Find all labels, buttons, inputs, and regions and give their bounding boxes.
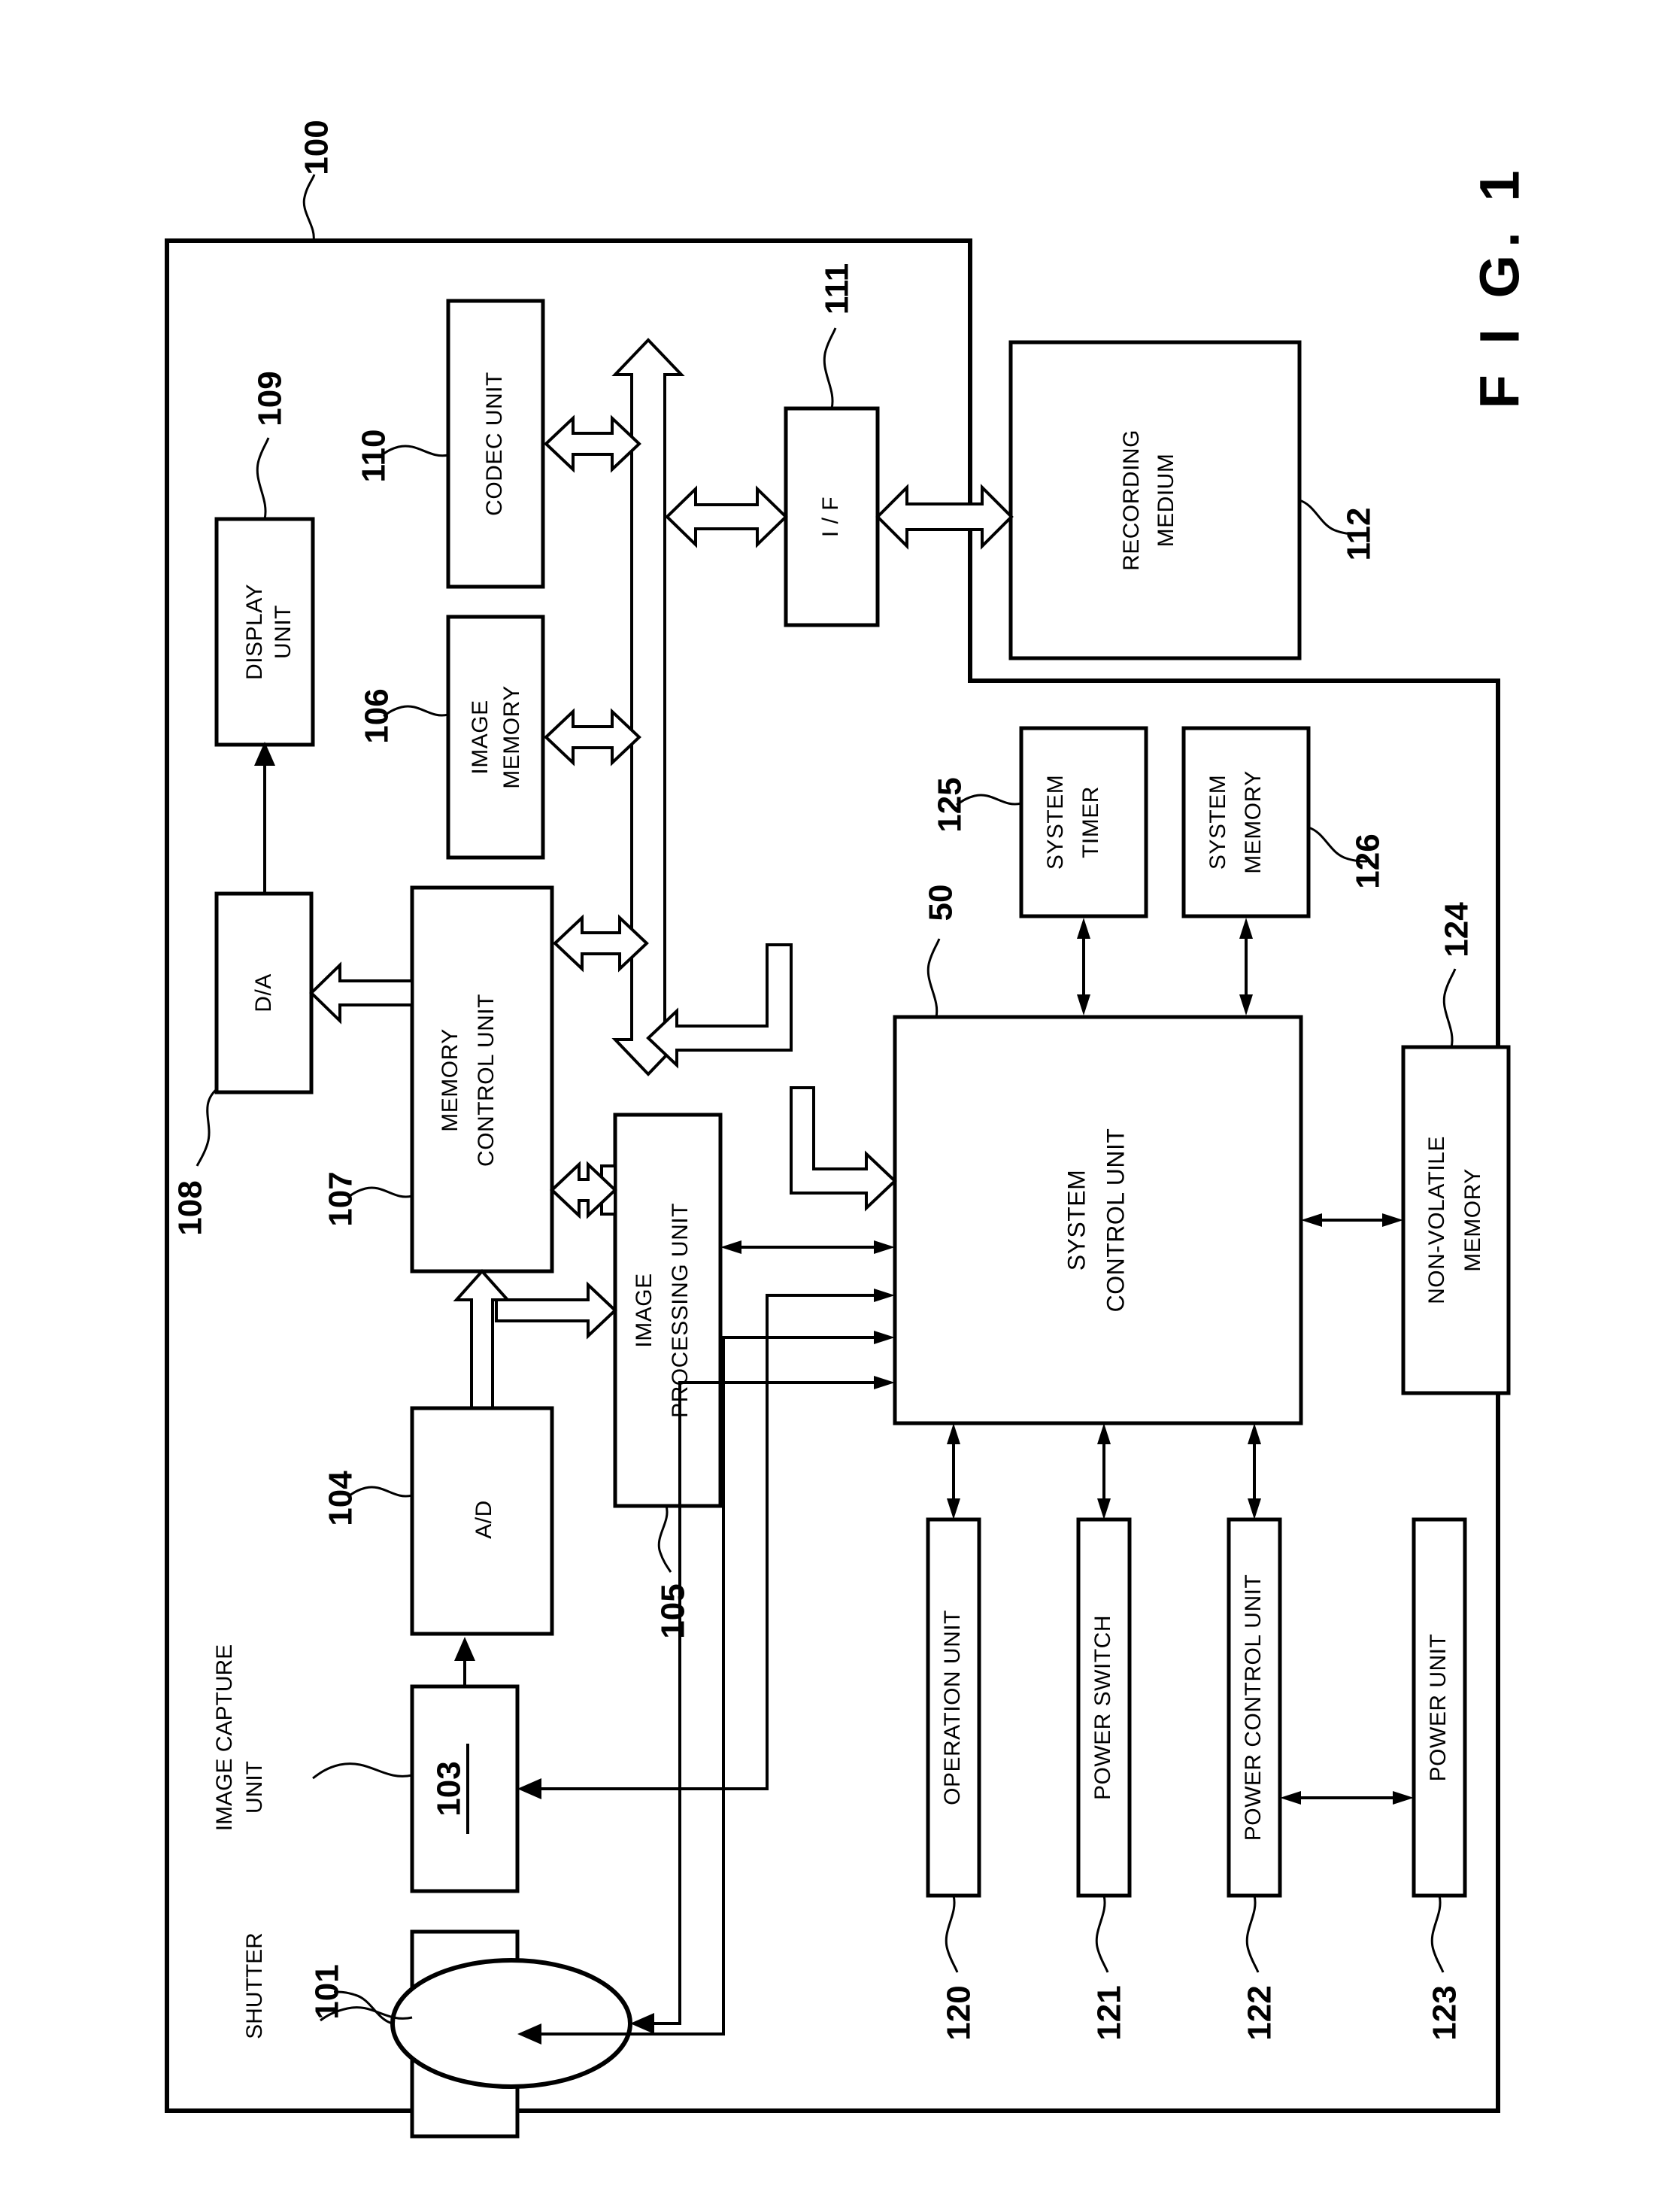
ad-memcontrol-arrow [453, 1269, 511, 1416]
powercontrol-powerunit-arrowhead-left [1280, 1791, 1301, 1805]
powercontrol-control-arrowhead-down [1248, 1498, 1261, 1519]
ref-108: 108 [172, 1180, 209, 1235]
leader-105 [657, 1505, 672, 1573]
leader-123 [1430, 1895, 1445, 1973]
da-label: D/A [251, 973, 276, 1012]
control-shutter-arrowhead2 [874, 1331, 895, 1344]
control-imageproc-arrowhead-right [874, 1240, 895, 1254]
control-memcontrol-hollow-arrow [790, 1086, 897, 1212]
recording-medium-label-line2: MEDIUM [1154, 454, 1178, 548]
timer-control-arrowhead-up [1077, 918, 1090, 939]
image-memory-bus-arrow [544, 708, 641, 767]
display-unit-label-line1: DISPLAY [242, 584, 267, 680]
timer-control-arrowhead-down [1077, 994, 1090, 1015]
block-image-memory [446, 615, 545, 860]
ref-104: 104 [323, 1471, 359, 1526]
patent-figure-page: 100 F I G. 1 DISPLAY UNIT 109 CODEC UNIT… [0, 0, 1680, 2201]
control-imageproc-arrowhead-left [720, 1240, 741, 1254]
image-sensor-number: 103 [431, 1761, 468, 1816]
system-control-label-line1: SYSTEM [1063, 1170, 1090, 1271]
powerswitch-control-arrowhead-up [1097, 1423, 1111, 1444]
codec-bus-arrow [544, 414, 641, 473]
bus-interface-arrow [665, 485, 788, 548]
power-control-label: POWER CONTROL UNIT [1241, 1574, 1266, 1841]
block-system-control-unit [893, 1015, 1303, 1425]
control-sensor-arrowhead [517, 1778, 541, 1799]
leader-50 [926, 938, 941, 1018]
nonvolatile-label-line1: NON-VOLATILE [1424, 1136, 1449, 1304]
ref-100: 100 [299, 120, 335, 175]
figure-title: F I G. 1 [1469, 163, 1531, 409]
powerswitch-control-arrowhead-down [1097, 1498, 1111, 1519]
ad-imageproc-arrow [495, 1281, 617, 1340]
ref-124: 124 [1439, 902, 1475, 958]
ref-121: 121 [1091, 1985, 1128, 2040]
image-capture-unit-label-line1: IMAGE CAPTURE [212, 1644, 237, 1831]
ref-110: 110 [356, 430, 393, 483]
memory-control-arrowhead-up [1239, 918, 1253, 939]
ref-112: 112 [1341, 508, 1378, 561]
interface-recording-arrow [875, 484, 1014, 550]
ref-125: 125 [932, 777, 969, 832]
power-unit-label: POWER UNIT [1426, 1634, 1451, 1782]
powercontrol-powerunit-arrowhead-right [1393, 1791, 1414, 1805]
system-timer-label-line2: TIMER [1078, 786, 1103, 858]
memory-control-arrowhead-down [1239, 994, 1253, 1015]
leader-108 [196, 1088, 218, 1167]
leader-122 [1245, 1895, 1260, 1973]
ad-label: A/D [472, 1500, 496, 1539]
memcontrol-bus-return [646, 943, 793, 1069]
codec-unit-label: CODEC UNIT [482, 372, 507, 516]
ref-126: 126 [1350, 833, 1387, 888]
leader-120 [945, 1895, 959, 1973]
system-memory-label-line2: MEMORY [1241, 770, 1266, 873]
operation-control-arrowhead-down [947, 1498, 960, 1519]
ref-105: 105 [655, 1583, 692, 1638]
lens-101 [390, 1958, 632, 2089]
block-diagram: 100 F I G. 1 DISPLAY UNIT 109 CODEC UNIT… [165, 120, 1531, 2139]
memory-control-label-line2: CONTROL UNIT [474, 994, 499, 1167]
powercontrol-control-arrowhead-up [1248, 1423, 1261, 1444]
system-timer-label-line1: SYSTEM [1043, 775, 1068, 870]
sensor-ad-arrowhead [454, 1637, 475, 1661]
ref-50: 50 [923, 885, 960, 921]
image-memory-label-line2: MEMORY [499, 685, 524, 788]
ref-120: 120 [941, 1985, 978, 2040]
ref-111: 111 [819, 263, 856, 315]
operation-control-arrowhead-up [947, 1423, 960, 1444]
control-nvm-arrowhead-right [1382, 1213, 1403, 1227]
leader-111 [823, 327, 837, 409]
image-memory-label-line1: IMAGE [468, 700, 493, 774]
leader-image-capture-unit [312, 1762, 413, 1780]
ref-109: 109 [252, 371, 289, 426]
memory-control-label-line1: MEMORY [438, 1028, 462, 1131]
block-nonvolatile-memory [1401, 1045, 1511, 1395]
leader-124 [1442, 968, 1457, 1048]
nonvolatile-label-line2: MEMORY [1460, 1168, 1485, 1271]
recording-medium-label-line1: RECORDING [1119, 430, 1144, 571]
control-lens-arrowhead [630, 2013, 654, 2034]
display-unit-label-line2: UNIT [271, 605, 296, 659]
leader-121 [1095, 1895, 1109, 1973]
leader-100 [302, 174, 316, 241]
operation-unit-label: OPERATION UNIT [940, 1610, 965, 1805]
ref-106: 106 [359, 688, 396, 743]
image-processing-label-line1: IMAGE [632, 1273, 657, 1347]
system-memory-label-line1: SYSTEM [1205, 775, 1230, 870]
ref-107: 107 [323, 1171, 359, 1226]
power-switch-label: POWER SWITCH [1090, 1615, 1115, 1800]
image-capture-unit-label-line2: UNIT [242, 1761, 267, 1814]
control-lens-arrowhead2 [874, 1376, 895, 1389]
ref-122: 122 [1242, 1985, 1278, 2040]
memcontrol-da-arrow [309, 961, 414, 1025]
control-nvm-arrowhead-left [1301, 1213, 1322, 1227]
leader-109 [256, 437, 270, 520]
shutter-annotation-label: SHUTTER [242, 1932, 267, 2039]
interface-label: I / F [818, 496, 843, 537]
system-control-label-line2: CONTROL UNIT [1102, 1128, 1129, 1313]
control-sensor-arrowhead2 [874, 1289, 895, 1302]
ref-123: 123 [1427, 1985, 1463, 2040]
